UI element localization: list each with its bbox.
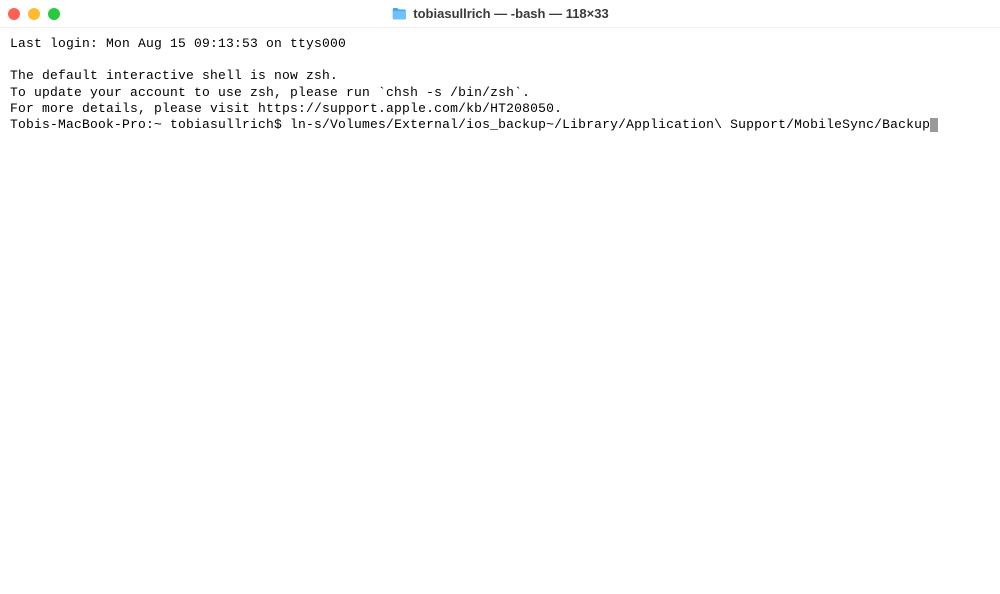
terminal-command-input[interactable]: ln-s/Volumes/External/ios_backup~/Librar… (290, 117, 930, 132)
close-button[interactable] (8, 8, 20, 20)
terminal-window: tobiasullrich — -bash — 118×33 Last logi… (0, 0, 1000, 594)
minimize-button[interactable] (28, 8, 40, 20)
folder-icon (391, 7, 407, 21)
terminal-line-zsh-2: To update your account to use zsh, pleas… (10, 85, 990, 101)
window-title-container: tobiasullrich — -bash — 118×33 (391, 6, 608, 21)
terminal-line-last-login: Last login: Mon Aug 15 09:13:53 on ttys0… (10, 36, 990, 52)
traffic-lights (8, 8, 60, 20)
terminal-body[interactable]: Last login: Mon Aug 15 09:13:53 on ttys0… (0, 28, 1000, 594)
terminal-prompt: Tobis-MacBook-Pro:~ tobiasullrich$ (10, 117, 290, 132)
terminal-prompt-line: Tobis-MacBook-Pro:~ tobiasullrich$ ln-s/… (10, 117, 990, 133)
window-title: tobiasullrich — -bash — 118×33 (413, 6, 608, 21)
titlebar: tobiasullrich — -bash — 118×33 (0, 0, 1000, 28)
maximize-button[interactable] (48, 8, 60, 20)
terminal-line-zsh-3: For more details, please visit https://s… (10, 101, 990, 117)
terminal-line-zsh-1: The default interactive shell is now zsh… (10, 68, 990, 84)
terminal-blank-line (10, 52, 990, 68)
terminal-cursor (930, 118, 938, 132)
